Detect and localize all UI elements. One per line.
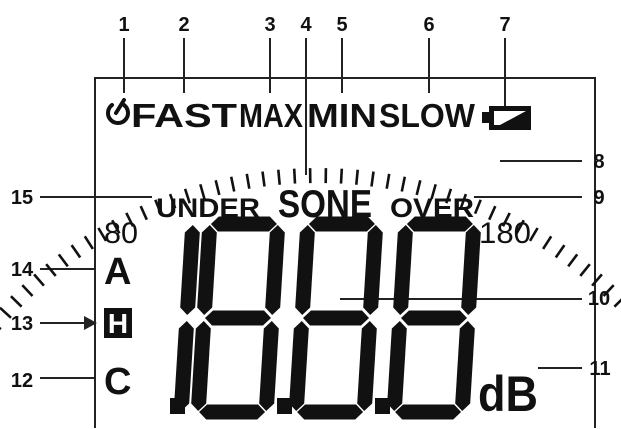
- bar-tick: [542, 235, 553, 250]
- seven-segment-digits: [170, 216, 481, 420]
- bar-tick: [400, 176, 407, 192]
- lcd-segment: [401, 310, 467, 326]
- bar-tick: [245, 173, 251, 189]
- lcd-segment: [197, 225, 217, 315]
- callout-6: 6: [423, 14, 434, 36]
- bar-tick: [0, 306, 12, 319]
- lcd-segment: [387, 321, 407, 411]
- bar-tick: [385, 173, 391, 189]
- lcd-segment: [303, 310, 369, 326]
- bar-tick: [554, 244, 566, 259]
- lcd-segment: [210, 216, 277, 232]
- battery-icon: [482, 106, 531, 130]
- lcd-segment: [289, 321, 309, 411]
- unit-db: dB: [478, 366, 538, 422]
- lcd-segment: [259, 321, 279, 411]
- weighting-h-box: H: [104, 308, 132, 339]
- bar-tick: [57, 253, 69, 268]
- bar-tick: [139, 205, 148, 221]
- callout-4: 4: [300, 14, 312, 36]
- weighting-h: H: [108, 308, 128, 339]
- lcd-segment: [199, 404, 266, 420]
- bar-tick: [21, 284, 34, 297]
- bar-tick: [579, 263, 591, 277]
- bar-tick: [83, 235, 94, 250]
- label-max: MAX: [239, 97, 303, 134]
- bar-tick: [45, 263, 57, 277]
- callout-14: 14: [11, 259, 34, 281]
- callout-8: 8: [593, 151, 604, 173]
- lcd-segment: [180, 225, 200, 315]
- bar-tick: [528, 227, 539, 242]
- bar-tick: [473, 199, 482, 215]
- lcd-diagram: 1 2 3 4 5 6 7 8 9 10 11 15 14 13 12 FAST…: [0, 14, 621, 428]
- lcd-segment: [455, 321, 475, 411]
- lcd-segment: [393, 225, 413, 315]
- callout-2: 2: [178, 14, 189, 36]
- lcd-segment: [191, 321, 211, 411]
- leader-13-arrow: [40, 316, 97, 330]
- label-fast: FAST: [131, 97, 237, 134]
- callout-9: 9: [593, 187, 604, 209]
- lcd-segment: [265, 225, 285, 315]
- lcd-segment: [308, 216, 375, 232]
- bar-tick: [261, 171, 266, 187]
- bar-tick: [591, 273, 603, 287]
- lcd-segment: [174, 321, 194, 411]
- lcd-segment: [205, 310, 271, 326]
- callout-11: 11: [589, 358, 610, 380]
- lcd-segment: [363, 225, 383, 315]
- bar-tick: [339, 168, 344, 184]
- label-slow: SLOW: [379, 97, 476, 134]
- bar-tick: [9, 295, 23, 308]
- weighting-a: A: [104, 251, 131, 293]
- bar-tick: [613, 298, 621, 308]
- label-min: MIN: [307, 97, 377, 134]
- bar-tick: [292, 168, 297, 184]
- callout-1: 1: [118, 14, 129, 36]
- callout-5: 5: [336, 14, 347, 36]
- bar-tick: [0, 326, 2, 331]
- weighting-c: C: [104, 361, 131, 403]
- lcd-segment: [395, 404, 462, 420]
- range-low: 80: [104, 217, 138, 250]
- callout-15: 15: [11, 187, 33, 209]
- callout-13: 13: [11, 313, 33, 335]
- power-icon: [106, 98, 130, 125]
- lcd-segment: [297, 404, 364, 420]
- bar-tick: [33, 273, 45, 287]
- bar-tick: [567, 253, 579, 268]
- callout-12: 12: [11, 370, 33, 392]
- lcd-segment: [461, 225, 481, 315]
- lcd-segment: [406, 216, 473, 232]
- lcd-segment: [295, 225, 315, 315]
- bar-tick: [70, 244, 82, 259]
- range-high: 180: [479, 217, 531, 250]
- bar-tick: [229, 176, 236, 192]
- callout-3: 3: [264, 14, 275, 36]
- lcd-segment: [357, 321, 377, 411]
- callout-7: 7: [499, 14, 510, 36]
- lcd-decimal-point: [170, 398, 185, 414]
